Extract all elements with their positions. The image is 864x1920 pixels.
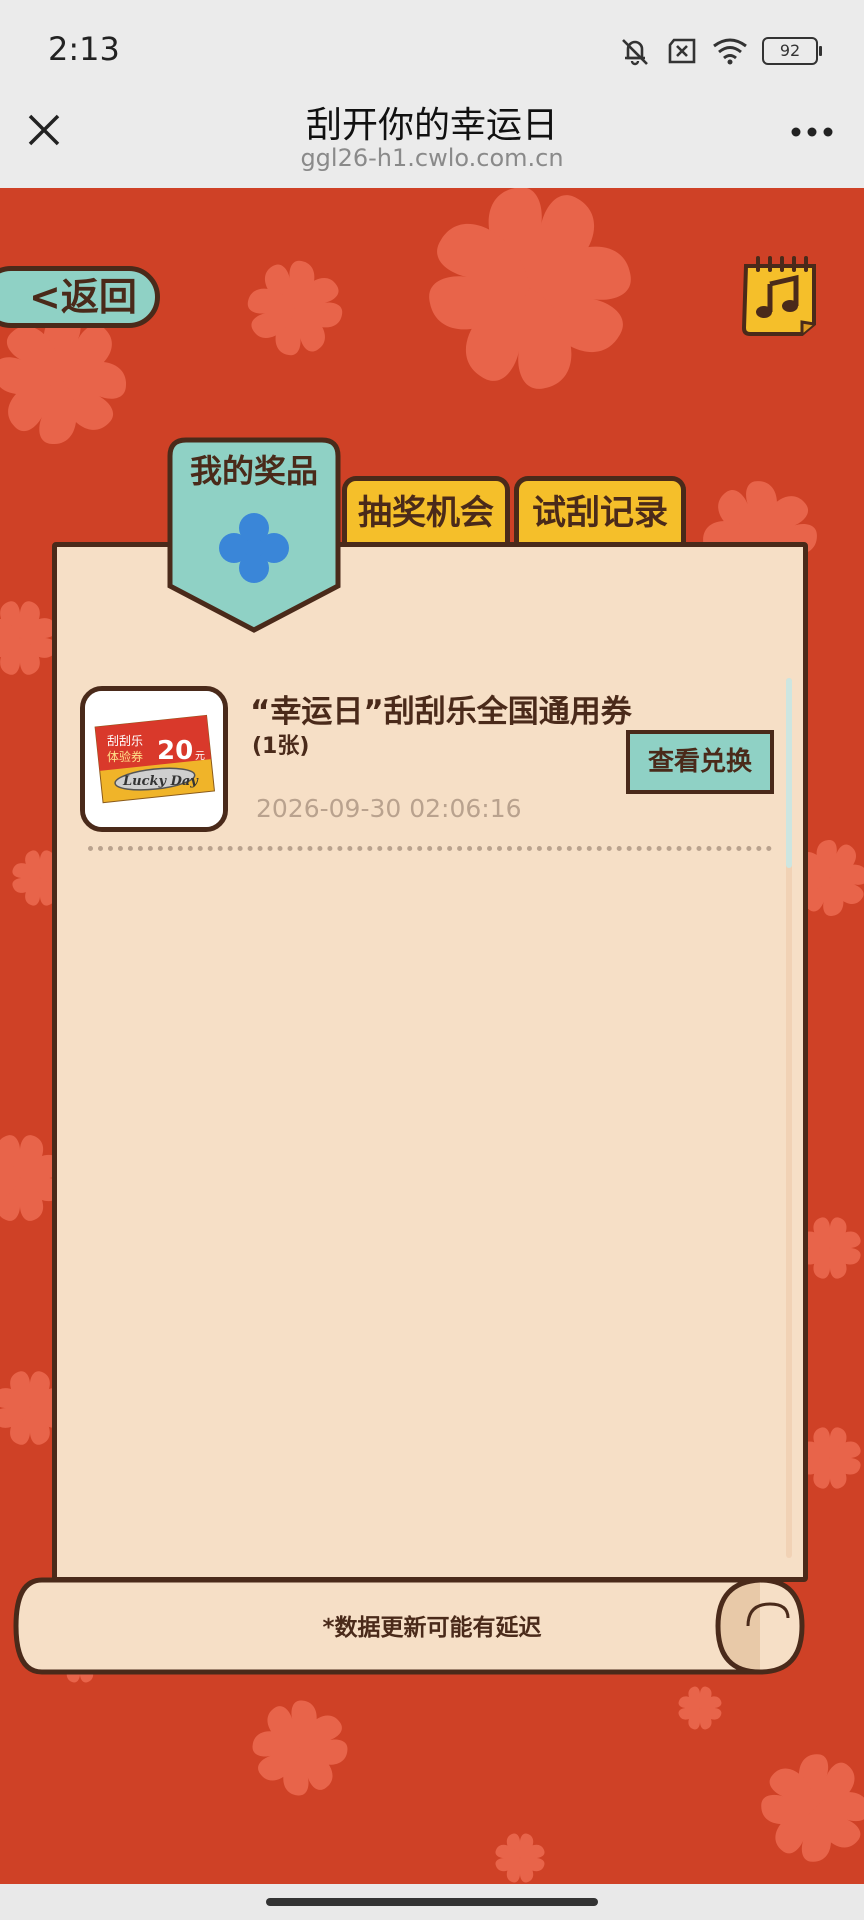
- coupon-line2: 体验券: [107, 749, 143, 764]
- view-redeem-button[interactable]: 查看兑换: [626, 730, 774, 794]
- coupon-unit: 元: [195, 751, 205, 762]
- home-indicator[interactable]: [266, 1898, 598, 1906]
- music-toggle-icon[interactable]: [740, 254, 820, 336]
- tab-my-prizes-label: 我的奖品: [189, 452, 318, 490]
- mute-icon: [622, 39, 648, 66]
- coupon-brand: Lucky Day: [122, 774, 199, 789]
- status-time: 2:13: [48, 30, 120, 68]
- prize-time: 2026-09-30 02:06:16: [256, 794, 522, 823]
- scrollbar-thumb[interactable]: [786, 678, 792, 868]
- coupon-amount: 20: [157, 736, 193, 766]
- page-title: 刮开你的幸运日: [305, 105, 558, 146]
- coupon-image: 刮刮乐 体验券 20 元 Lucky Day: [85, 691, 223, 827]
- prize-name: “幸运日”刮刮乐全国通用券: [250, 694, 632, 730]
- status-icons: 92: [618, 36, 822, 66]
- back-button[interactable]: <返回: [0, 266, 160, 328]
- tab-draw-chances[interactable]: 抽奖机会: [342, 476, 510, 548]
- prize-count: (1张): [252, 734, 310, 759]
- divider: [88, 846, 772, 851]
- prize-page: <返回 抽奖机会 试刮记录 我的奖品 刮刮乐 体验券 20 元 Lucky Da…: [0, 188, 864, 1884]
- prize-image: 刮刮乐 体验券 20 元 Lucky Day: [80, 686, 228, 832]
- more-icon[interactable]: [790, 126, 834, 138]
- browser-header: 刮开你的幸运日 ggl26-h1.cwlo.com.cn: [0, 90, 864, 188]
- wifi-icon: [713, 38, 747, 65]
- status-bar: 2:13 92: [0, 0, 864, 100]
- page-url: ggl26-h1.cwlo.com.cn: [300, 144, 564, 172]
- battery-icon: 92: [762, 37, 822, 65]
- delay-notice: *数据更新可能有延迟: [322, 1615, 542, 1641]
- tab-trial-records[interactable]: 试刮记录: [514, 476, 686, 548]
- coupon-line1: 刮刮乐: [107, 734, 143, 748]
- sim-off-icon: [668, 38, 696, 64]
